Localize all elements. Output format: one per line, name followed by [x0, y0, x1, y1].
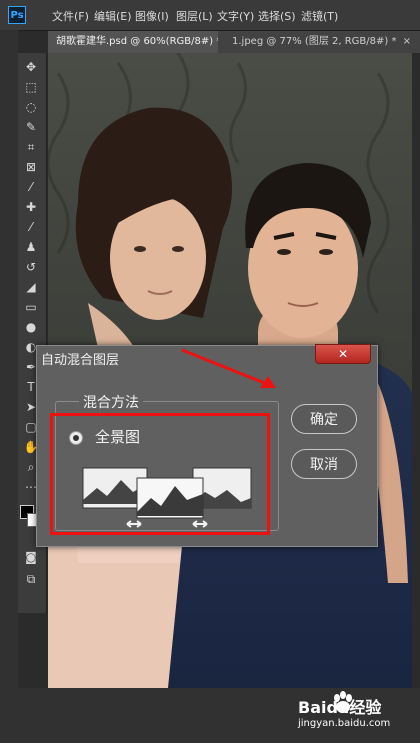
tab-label: 胡歌霍建华.psd @ 60%(RGB/8#) * — [56, 36, 218, 47]
tab-close-icon[interactable]: × — [403, 36, 411, 47]
menu-layer[interactable]: 图层(L) — [176, 8, 213, 24]
history-brush-tool-icon[interactable]: ↺ — [23, 259, 39, 275]
cancel-button[interactable]: 取消 — [291, 449, 357, 479]
blur-tool-icon[interactable]: ● — [23, 319, 39, 335]
left-panel-strip — [0, 30, 18, 743]
menu-file[interactable]: 文件(F) — [52, 8, 89, 24]
healing-brush-tool-icon[interactable]: ✚ — [23, 199, 39, 215]
baidu-jingyan-watermark: Baidu经验 jingyan.baidu.com — [296, 688, 414, 740]
marquee-tool-icon[interactable]: ⬚ — [23, 79, 39, 95]
highlight-box — [50, 413, 270, 535]
blend-method-title: 混合方法 — [79, 392, 143, 412]
move-tool-icon[interactable]: ✥ — [23, 59, 39, 75]
eraser-tool-icon[interactable]: ◢ — [23, 279, 39, 295]
quick-mask-icon[interactable]: ◙ — [23, 549, 39, 565]
tab-psd-document[interactable]: 胡歌霍建华.psd @ 60%(RGB/8#) * × — [48, 31, 218, 53]
clone-stamp-tool-icon[interactable]: ♟ — [23, 239, 39, 255]
menu-image[interactable]: 图像(I) — [135, 8, 169, 24]
menu-bar: Ps 文件(F) 编辑(E) 图像(I) 图层(L) 文字(Y) 选择(S) 滤… — [0, 0, 420, 31]
document-tab-bar: 胡歌霍建华.psd @ 60%(RGB/8#) * × 1.jpeg @ 77%… — [48, 31, 420, 53]
photoshop-logo: Ps — [8, 6, 26, 24]
menu-type[interactable]: 文字(Y) — [217, 8, 254, 24]
lasso-tool-icon[interactable]: ◌ — [23, 99, 39, 115]
gradient-tool-icon[interactable]: ▭ — [23, 299, 39, 315]
watermark-url: jingyan.baidu.com — [298, 718, 391, 729]
tab-jpeg-document[interactable]: 1.jpeg @ 77% (图层 2, RGB/8#) * × — [224, 31, 420, 53]
ok-button[interactable]: 确定 — [291, 404, 357, 434]
eyedropper-tool-icon[interactable]: ⁄ — [23, 179, 39, 195]
dialog-title: 自动混合图层 — [41, 353, 120, 368]
screen-mode-icon[interactable]: ⧉ — [23, 571, 39, 587]
brush-tool-icon[interactable]: ⁄ — [23, 219, 39, 235]
annotation-arrow-icon — [181, 348, 276, 388]
crop-tool-icon[interactable]: ⌗ — [23, 139, 39, 155]
close-icon[interactable]: ✕ — [315, 344, 371, 364]
frame-tool-icon[interactable]: ⊠ — [23, 159, 39, 175]
tab-label: 1.jpeg @ 77% (图层 2, RGB/8#) * — [232, 36, 397, 47]
quick-select-tool-icon[interactable]: ✎ — [23, 119, 39, 135]
menu-edit[interactable]: 编辑(E) — [94, 8, 132, 24]
menu-filter[interactable]: 滤镜(T) — [301, 8, 338, 24]
menu-select[interactable]: 选择(S) — [258, 8, 296, 24]
watermark-brand: Baidu经验 — [298, 698, 382, 717]
